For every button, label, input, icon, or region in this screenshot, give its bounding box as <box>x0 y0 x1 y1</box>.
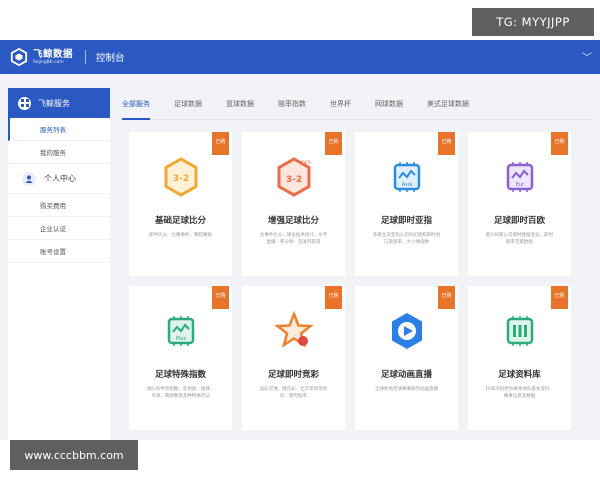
card-title: 足球资料库 <box>498 370 541 380</box>
tab-american-football-data[interactable]: 美式足球数据 <box>427 88 469 120</box>
service-card[interactable]: 已购 足球动画直播 全球各地足球赛事即时动画直播 <box>355 286 458 430</box>
service-card[interactable]: 已购 3-2 pro 增强足球比分 含事件比分、球员技术统计、文字直播、积分榜、… <box>242 132 345 276</box>
grid-icon <box>18 96 31 110</box>
chip-euro-icon: Eur <box>506 162 534 192</box>
card-description: 多家主流亚指公司的初盘和即时盘口及赔率、大小球指数 <box>372 233 441 245</box>
card-title: 足球动画直播 <box>380 370 432 380</box>
page-title: 控制台 <box>96 53 125 64</box>
brand-logo[interactable]: 飞鲸数据 feijing88.com <box>10 48 73 66</box>
hexagon-pro-score-icon: 3-2 pro <box>277 157 311 197</box>
purchased-ribbon: 已购 <box>438 132 455 155</box>
watermark-tg: TG: MYYJJPP <box>472 8 594 36</box>
play-cube-icon <box>392 313 422 349</box>
svg-text:3-2: 3-2 <box>286 175 302 185</box>
card-description: 球队的半场指数、走地盘、角球、点球、黄牌数等多种特殊玩法 <box>146 387 215 399</box>
service-card[interactable]: 已购 Asia 足球即时亚指 多家主流亚指公司的初盘和即时盘口及赔率、大小球指数 <box>355 132 458 276</box>
svg-text:Eur: Eur <box>516 182 525 188</box>
sidebar-item-account-settings[interactable]: 账号设置 <box>8 240 110 263</box>
top-bar: 飞鲸数据 feijing88.com 控制台 ﹀ <box>0 40 600 74</box>
sidebar-group-personal-center[interactable]: 个人中心 <box>8 164 110 194</box>
svg-text:pro: pro <box>301 159 311 166</box>
sidebar-group-label: 个人中心 <box>44 174 76 183</box>
service-card[interactable]: 已购 足球资料库 10年内的所有赛季球队基本资料、赛事信息及数据 <box>468 286 571 430</box>
tab-odds-index[interactable]: 赔率指数 <box>278 88 306 120</box>
card-description: 含事件比分、球员技术统计、文字直播、积分榜、首发阵容等 <box>259 233 328 245</box>
sidebar-item-purchase-fees[interactable]: 购买费用 <box>8 194 110 217</box>
sidebar-item-service-list[interactable]: 服务列表 <box>8 118 110 141</box>
hexagon-score-icon: 3-2 <box>164 157 198 197</box>
logo-domain: feijing88.com <box>33 59 64 65</box>
topbar-divider <box>85 50 87 64</box>
svg-text:3-2: 3-2 <box>173 174 189 184</box>
sidebar-item-my-services[interactable]: 我的服务 <box>8 141 110 164</box>
card-description: 10年内的所有赛季球队基本资料、赛事信息及数据 <box>485 387 554 399</box>
card-title: 足球即时竞彩 <box>267 370 319 380</box>
purchased-ribbon: 已购 <box>551 286 568 309</box>
logo-icon <box>10 48 28 66</box>
tab-world-cup[interactable]: 世界杯 <box>330 88 351 120</box>
card-description: 超100家公司即时欧赔变化，即时赔率百家欧赔 <box>485 233 554 245</box>
card-description: 全球各地足球赛事即时动画直播 <box>375 387 438 392</box>
star-ball-icon <box>274 310 314 348</box>
card-description: 竞彩足球、胜负彩、北京单场等体彩、即时赔率 <box>259 387 328 399</box>
card-title: 增强足球比分 <box>267 216 319 226</box>
chevron-down-icon[interactable]: ﹀ <box>582 49 592 64</box>
service-card[interactable]: 已购 Eur 足球即时百欧 超100家公司即时欧赔变化，即时赔率百家欧赔 <box>468 132 571 276</box>
tab-all-services[interactable]: 全部服务 <box>122 88 150 120</box>
card-title: 足球即时百欧 <box>493 216 545 226</box>
purchased-ribbon: 已购 <box>438 286 455 309</box>
svg-text:Asia: Asia <box>402 182 412 188</box>
book-data-icon <box>506 316 534 346</box>
purchased-ribbon: 已购 <box>325 286 342 309</box>
logo-name: 飞鲸数据 <box>33 48 74 60</box>
svg-text:Plus: Plus <box>176 336 187 342</box>
user-icon <box>22 171 36 186</box>
card-title: 基础足球比分 <box>154 216 206 226</box>
tab-basketball-data[interactable]: 篮球数据 <box>226 88 254 120</box>
service-card[interactable]: 已购 足球即时竞彩 竞彩足球、胜负彩、北京单场等体彩、即时赔率 <box>242 286 345 430</box>
card-description: 即时比分、比赛事件、赛程赛果 <box>149 233 212 238</box>
category-tabs: 全部服务 足球数据 篮球数据 赔率指数 世界杯 网球数据 美式足球数据 <box>122 88 592 120</box>
chip-asia-icon: Asia <box>393 162 421 192</box>
card-title: 足球即时亚指 <box>380 216 432 226</box>
main-content: 全部服务 足球数据 篮球数据 赔率指数 世界杯 网球数据 美式足球数据 已购 3… <box>122 88 592 440</box>
sidebar: 飞鲸服务 服务列表 我的服务 个人中心 购买费用 企业认证 账号设置 <box>8 88 110 440</box>
sidebar-header-label: 飞鲸服务 <box>38 98 70 108</box>
tab-football-data[interactable]: 足球数据 <box>174 88 202 120</box>
app-frame: 飞鲸数据 feijing88.com 控制台 ﹀ 飞鲸服务 服务列表 我的服务 … <box>0 40 600 440</box>
purchased-ribbon: 已购 <box>325 132 342 155</box>
sidebar-item-enterprise-auth[interactable]: 企业认证 <box>8 217 110 240</box>
card-title: 足球特殊指数 <box>154 370 206 380</box>
purchased-ribbon: 已购 <box>212 132 229 155</box>
chip-plus-icon: Plus <box>167 316 195 346</box>
sidebar-header-services[interactable]: 飞鲸服务 <box>8 88 110 118</box>
watermark-url: www.cccbbm.com <box>10 440 138 470</box>
service-card[interactable]: 已购 Plus 足球特殊指数 球队的半场指数、走地盘、角球、点球、黄牌数等多种特… <box>129 286 232 430</box>
service-card[interactable]: 已购 3-2 基础足球比分 即时比分、比赛事件、赛程赛果 <box>129 132 232 276</box>
tab-tennis-data[interactable]: 网球数据 <box>375 88 403 120</box>
purchased-ribbon: 已购 <box>212 286 229 309</box>
purchased-ribbon: 已购 <box>551 132 568 155</box>
